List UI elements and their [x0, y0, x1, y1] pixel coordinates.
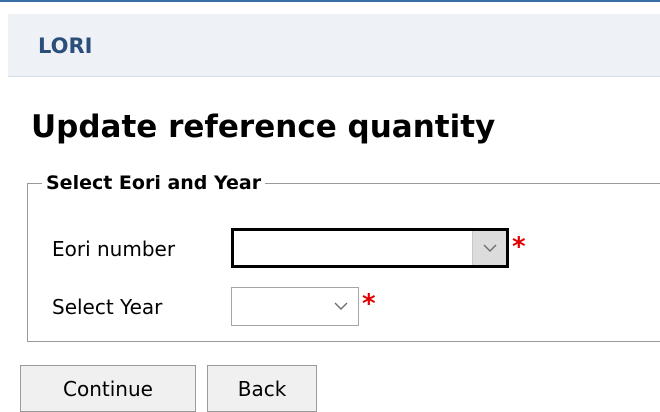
back-button[interactable]: Back	[207, 365, 317, 412]
select-year-label: Select Year	[52, 295, 163, 319]
year-required-marker: *	[362, 289, 376, 319]
top-accent-line	[0, 0, 660, 2]
eori-dropdown-button[interactable]	[472, 231, 506, 265]
page-title: Update reference quantity	[31, 109, 496, 145]
eori-number-label: Eori number	[52, 237, 176, 261]
fieldset-legend: Select Eori and Year	[46, 172, 262, 194]
eori-required-marker: *	[512, 232, 526, 262]
chevron-down-icon	[334, 302, 348, 310]
eori-number-select[interactable]	[231, 228, 509, 268]
year-dropdown-button[interactable]	[324, 288, 358, 325]
year-select[interactable]	[231, 287, 359, 326]
app-title: LORI	[38, 34, 93, 58]
app-header	[8, 14, 660, 77]
chevron-down-icon	[483, 244, 496, 252]
continue-button[interactable]: Continue	[20, 365, 196, 412]
